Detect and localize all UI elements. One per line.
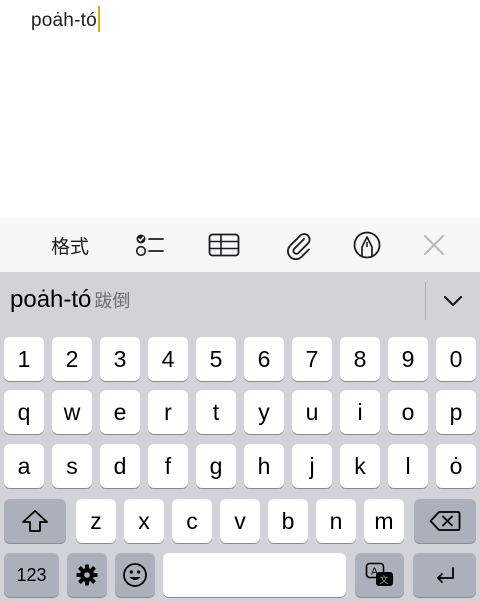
candidate-divider [425, 282, 426, 320]
key-y[interactable]: y [244, 390, 284, 434]
key-1[interactable]: 1 [4, 337, 44, 381]
key-e[interactable]: e [100, 390, 140, 434]
emoji-icon [123, 563, 147, 587]
key-o[interactable]: o [388, 390, 428, 434]
checklist-button[interactable] [128, 218, 172, 272]
settings-key[interactable] [67, 553, 107, 597]
key-3[interactable]: 3 [100, 337, 140, 381]
key-z[interactable]: z [76, 499, 116, 543]
return-arrow-icon [436, 567, 454, 583]
number-mode-key[interactable]: 123 [4, 553, 59, 597]
checklist-icon [135, 234, 164, 257]
key-8[interactable]: 8 [340, 337, 380, 381]
return-key[interactable] [413, 553, 476, 597]
space-key[interactable] [163, 553, 346, 597]
key-o-dot[interactable]: ȯ [436, 444, 476, 488]
shift-icon [22, 510, 48, 532]
key-l[interactable]: l [388, 444, 428, 488]
key-s[interactable]: s [52, 444, 92, 488]
key-d[interactable]: d [100, 444, 140, 488]
chevron-down-icon [443, 295, 463, 307]
key-0[interactable]: 0 [436, 337, 476, 381]
key-a[interactable]: a [4, 444, 44, 488]
delete-backspace-icon [429, 511, 461, 531]
table-icon [208, 233, 240, 257]
note-text[interactable]: poȧh-tó [31, 6, 100, 32]
shift-key[interactable] [4, 499, 66, 543]
key-n[interactable]: n [316, 499, 356, 543]
key-x[interactable]: x [124, 499, 164, 543]
key-t[interactable]: t [196, 390, 236, 434]
attach-button[interactable] [276, 218, 320, 272]
close-toolbar-button[interactable] [412, 218, 456, 272]
candidate-bar: poȧh-tó 跋倒 [0, 272, 480, 330]
key-r[interactable]: r [148, 390, 188, 434]
text-caret [97, 6, 100, 32]
key-c[interactable]: c [172, 499, 212, 543]
key-k[interactable]: k [340, 444, 380, 488]
language-switch-key[interactable]: A 文 [355, 553, 404, 597]
key-g[interactable]: g [196, 444, 236, 488]
emoji-key[interactable] [115, 553, 155, 597]
pen-markup-icon [353, 231, 381, 259]
key-i[interactable]: i [340, 390, 380, 434]
paperclip-icon [287, 233, 311, 260]
keyboard: poȧh-tó 跋倒 1 2 3 4 5 6 7 8 9 0 q w e r t … [0, 272, 480, 602]
key-u[interactable]: u [292, 390, 332, 434]
key-4[interactable]: 4 [148, 337, 188, 381]
table-button[interactable] [202, 218, 246, 272]
key-7[interactable]: 7 [292, 337, 332, 381]
close-icon [424, 235, 444, 255]
translate-icon: A 文 [365, 562, 393, 586]
candidate-hanzi: 跋倒 [94, 291, 131, 312]
gear-icon [76, 564, 98, 586]
key-9[interactable]: 9 [388, 337, 428, 381]
key-2[interactable]: 2 [52, 337, 92, 381]
note-editor[interactable]: poȧh-tó [0, 0, 480, 218]
candidate-item[interactable]: poȧh-tó 跋倒 [10, 286, 130, 314]
key-5[interactable]: 5 [196, 337, 236, 381]
format-toolbar: 格式 [0, 218, 480, 272]
key-m[interactable]: m [364, 499, 404, 543]
key-6[interactable]: 6 [244, 337, 284, 381]
format-button[interactable]: 格式 [40, 218, 100, 272]
delete-key[interactable] [414, 499, 476, 543]
candidate-romanization: poȧh-tó [10, 286, 92, 313]
key-p[interactable]: p [436, 390, 476, 434]
key-v[interactable]: v [220, 499, 260, 543]
key-j[interactable]: j [292, 444, 332, 488]
note-text-content: poȧh-tó [31, 10, 97, 31]
key-w[interactable]: w [52, 390, 92, 434]
key-b[interactable]: b [268, 499, 308, 543]
key-f[interactable]: f [148, 444, 188, 488]
key-q[interactable]: q [4, 390, 44, 434]
expand-candidates-button[interactable] [433, 282, 473, 320]
markup-button[interactable] [345, 218, 389, 272]
svg-text:文: 文 [379, 574, 388, 586]
key-h[interactable]: h [244, 444, 284, 488]
